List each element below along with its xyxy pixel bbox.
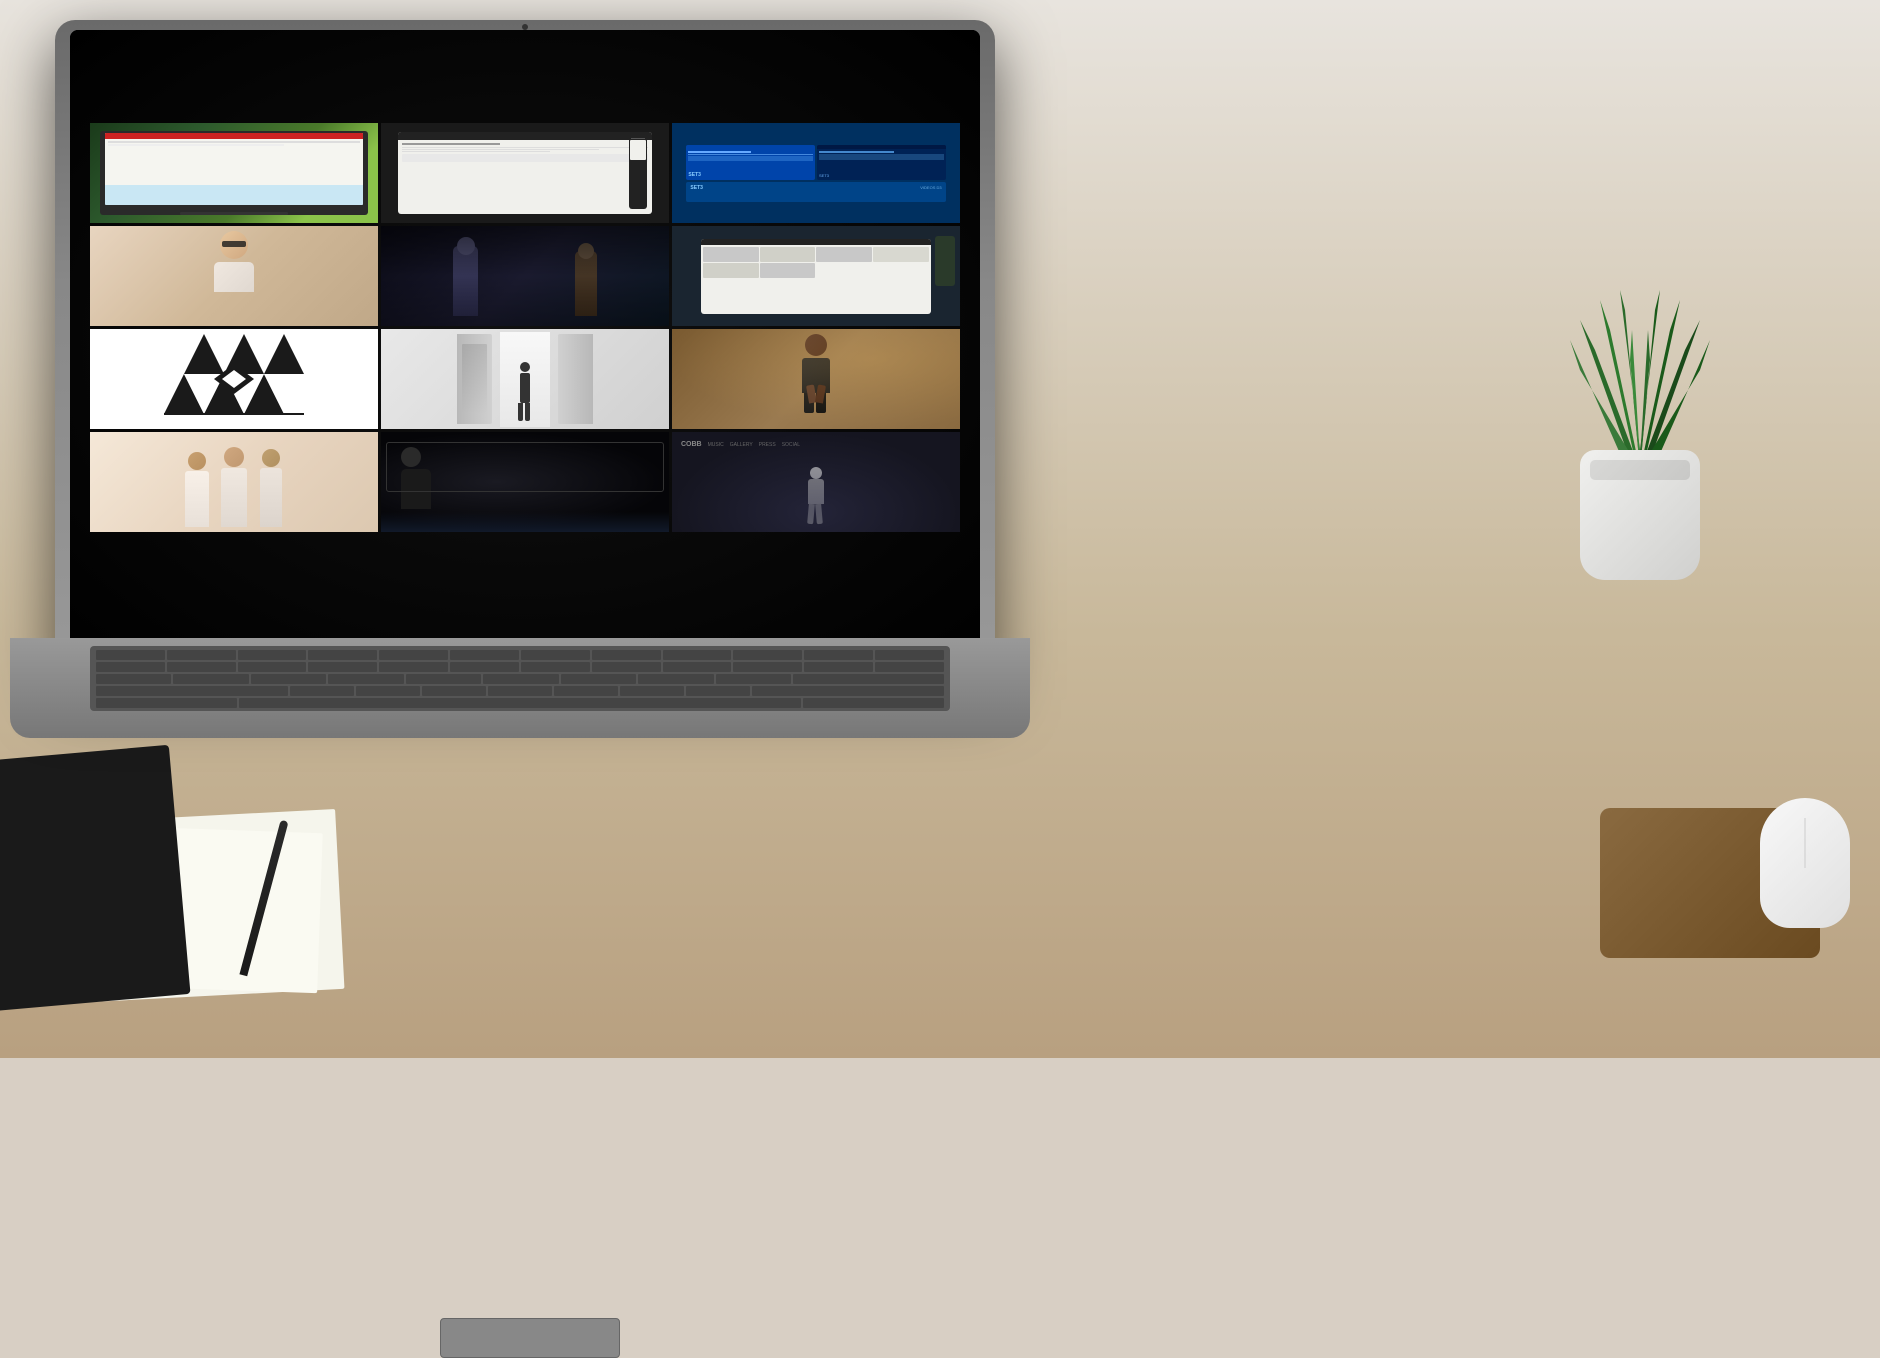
key [804, 662, 873, 672]
key [96, 662, 165, 672]
enter-key [793, 674, 944, 684]
spacebar [239, 698, 802, 708]
key [96, 674, 171, 684]
portfolio-item-4[interactable] [90, 226, 378, 326]
key-row-1 [96, 650, 944, 660]
key [167, 650, 236, 660]
portfolio-item-2[interactable] [381, 123, 669, 223]
geo-logo-svg [164, 334, 304, 424]
fn-key [96, 698, 237, 708]
shift-key-right [752, 686, 944, 696]
key [638, 674, 713, 684]
notebook [0, 745, 191, 1011]
portfolio-item-10[interactable] [90, 432, 378, 532]
key-row-4 [96, 686, 944, 696]
key [875, 650, 944, 660]
key-row-5 [96, 698, 944, 708]
webcam [522, 24, 528, 30]
plant-container [1540, 200, 1740, 580]
key [379, 650, 448, 660]
key-row-2 [96, 662, 944, 672]
key [406, 674, 481, 684]
laptop-lid: WORK BLOG ABOUT All Web Video Photo Grap… [55, 20, 995, 680]
key [483, 674, 558, 684]
portfolio-item-9[interactable] [672, 329, 960, 429]
plant-leaves [1560, 210, 1720, 470]
portfolio-item-7[interactable] [90, 329, 378, 429]
key [167, 662, 236, 672]
key [308, 650, 377, 660]
plant-svg [1560, 210, 1720, 470]
key [238, 662, 307, 672]
key [663, 662, 732, 672]
key [554, 686, 618, 696]
portfolio-item-8[interactable] [381, 329, 669, 429]
mouse [1760, 798, 1850, 928]
keyboard-rows [90, 646, 950, 714]
key [422, 686, 486, 696]
key [488, 686, 552, 696]
key [328, 674, 403, 684]
key [875, 662, 944, 672]
shift-key [96, 686, 288, 696]
key [663, 650, 732, 660]
key [450, 650, 519, 660]
portfolio-item-5[interactable] [381, 226, 669, 326]
key [733, 650, 802, 660]
key [716, 674, 791, 684]
key [620, 686, 684, 696]
portfolio-item-1[interactable] [90, 123, 378, 223]
key [803, 698, 944, 708]
keyboard [90, 646, 950, 711]
key [686, 686, 750, 696]
key [356, 686, 420, 696]
key [308, 662, 377, 672]
key [238, 650, 307, 660]
key [804, 650, 873, 660]
portfolio-item-11[interactable] [381, 432, 669, 532]
key [561, 674, 636, 684]
key [173, 674, 248, 684]
key [290, 686, 354, 696]
portfolio-item-3[interactable]: SET3 SET3 [672, 123, 960, 223]
key [379, 662, 448, 672]
laptop-base [10, 638, 1030, 738]
key [450, 662, 519, 672]
screen-bezel: WORK BLOG ABOUT All Web Video Photo Grap… [70, 30, 980, 660]
key [592, 650, 661, 660]
plant-pot [1580, 450, 1700, 580]
key [592, 662, 661, 672]
key-row-3 [96, 674, 944, 684]
key [521, 650, 590, 660]
portfolio-item-12[interactable]: COBB MUSIC GALLERY PRESS SOCIAL [672, 432, 960, 532]
touchpad[interactable] [440, 1318, 620, 1358]
portfolio-item-6[interactable] [672, 226, 960, 326]
key [96, 650, 165, 660]
screen-content: WORK BLOG ABOUT All Web Video Photo Grap… [70, 30, 980, 660]
key [251, 674, 326, 684]
key [733, 662, 802, 672]
key [521, 662, 590, 672]
